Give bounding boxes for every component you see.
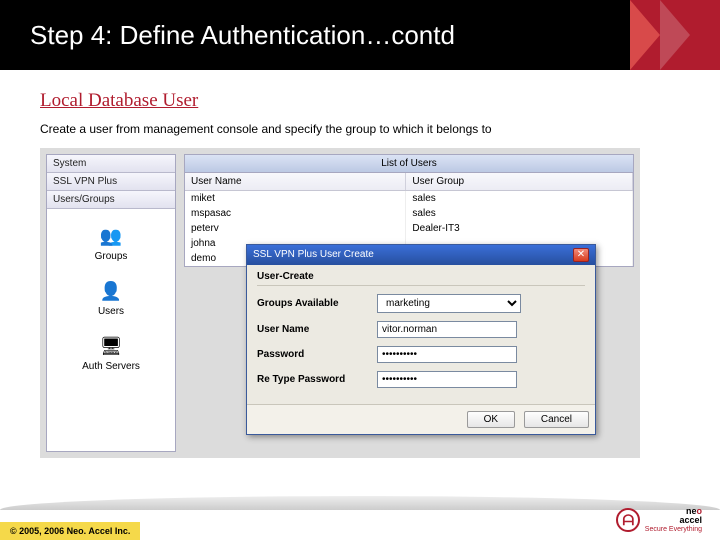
cell-group: sales bbox=[406, 190, 633, 206]
password-input[interactable] bbox=[377, 346, 517, 363]
label-groups: Groups Available bbox=[257, 298, 377, 309]
footer-decor bbox=[0, 496, 720, 510]
sidebar-item-groups[interactable]: 👥 Groups bbox=[51, 225, 171, 262]
company-logo: ᗩ neoaccel Secure Everything bbox=[616, 507, 702, 534]
cell-group: sales bbox=[406, 206, 633, 221]
section-title: Local Database User bbox=[40, 90, 680, 112]
row-repassword: Re Type Password bbox=[257, 371, 585, 388]
logo-mark-icon: ᗩ bbox=[616, 508, 640, 532]
logo-text-a: ne bbox=[686, 506, 697, 516]
cell-user: mspasac bbox=[185, 206, 406, 221]
sidebar-item-users[interactable]: 👤 Users bbox=[51, 280, 171, 317]
dialog-titlebar[interactable]: SSL VPN Plus User Create ✕ bbox=[247, 245, 595, 265]
sidebar-tab-sslvpn[interactable]: SSL VPN Plus bbox=[47, 173, 175, 191]
ok-button[interactable]: OK bbox=[467, 411, 515, 428]
row-groups: Groups Available marketing bbox=[257, 294, 585, 313]
sidebar-item-label: Users bbox=[98, 306, 124, 317]
cancel-button[interactable]: Cancel bbox=[524, 411, 589, 428]
cell-user: miket bbox=[185, 190, 406, 206]
col-usergroup[interactable]: User Group bbox=[406, 173, 633, 191]
label-repassword: Re Type Password bbox=[257, 374, 377, 385]
slide-body: Local Database User Create a user from m… bbox=[0, 70, 720, 458]
slide-title: Step 4: Define Authentication…contd bbox=[30, 0, 720, 70]
groups-select[interactable]: marketing bbox=[377, 294, 521, 313]
logo-text-o: o bbox=[697, 506, 703, 516]
copyright: © 2005, 2006 Neo. Accel Inc. bbox=[0, 522, 140, 540]
sidebar: System SSL VPN Plus Users/Groups 👥 Group… bbox=[46, 154, 176, 452]
sidebar-body: 👥 Groups 👤 Users 🖥 Auth Servers bbox=[47, 209, 175, 396]
logo-tagline: Secure Everything bbox=[645, 526, 702, 534]
row-username: User Name bbox=[257, 321, 585, 338]
sidebar-item-label: Groups bbox=[95, 251, 128, 262]
row-password: Password bbox=[257, 346, 585, 363]
sidebar-tab-usersgroups[interactable]: Users/Groups bbox=[47, 191, 175, 209]
table-row[interactable]: miketsales bbox=[185, 190, 633, 206]
sidebar-item-authservers[interactable]: 🖥 Auth Servers bbox=[51, 335, 171, 372]
user-create-dialog: SSL VPN Plus User Create ✕ User-Create G… bbox=[246, 244, 596, 435]
logo-text-b: accel bbox=[679, 515, 702, 525]
table-header-row: User Name User Group bbox=[185, 173, 633, 191]
sidebar-item-label: Auth Servers bbox=[82, 361, 140, 372]
username-input[interactable] bbox=[377, 321, 517, 338]
console-screenshot: System SSL VPN Plus Users/Groups 👥 Group… bbox=[40, 148, 640, 458]
table-row[interactable]: petervDealer-IT3 bbox=[185, 221, 633, 236]
dialog-title-text: SSL VPN Plus User Create bbox=[253, 249, 374, 260]
server-icon: 🖥 bbox=[99, 335, 123, 359]
label-password: Password bbox=[257, 349, 377, 360]
section-intro: Create a user from management console an… bbox=[40, 122, 680, 138]
table-row[interactable]: mspasacsales bbox=[185, 206, 633, 221]
label-username: User Name bbox=[257, 324, 377, 335]
close-icon[interactable]: ✕ bbox=[573, 248, 589, 262]
sidebar-tab-system[interactable]: System bbox=[47, 155, 175, 173]
groups-icon: 👥 bbox=[99, 225, 123, 249]
dialog-body: User-Create Groups Available marketing U… bbox=[247, 265, 595, 404]
user-icon: 👤 bbox=[99, 280, 123, 304]
dialog-legend: User-Create bbox=[257, 271, 585, 286]
panel-title: List of Users bbox=[185, 155, 633, 173]
chevron-decor-icon bbox=[630, 0, 720, 70]
repassword-input[interactable] bbox=[377, 371, 517, 388]
col-username[interactable]: User Name bbox=[185, 173, 406, 191]
dialog-buttons: OK Cancel bbox=[247, 404, 595, 434]
cell-group: Dealer-IT3 bbox=[406, 221, 633, 236]
slide-header: Step 4: Define Authentication…contd bbox=[0, 0, 720, 70]
cell-user: peterv bbox=[185, 221, 406, 236]
